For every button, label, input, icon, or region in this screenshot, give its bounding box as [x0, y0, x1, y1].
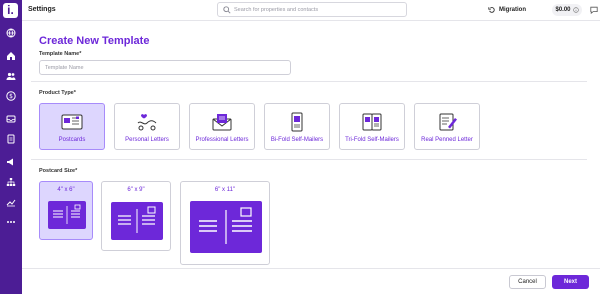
product-card-label: Personal Letters	[125, 137, 169, 143]
hierarchy-icon[interactable]	[5, 176, 17, 188]
search-placeholder: Search for properties and contacts	[234, 7, 319, 13]
divider	[31, 81, 587, 82]
chart-icon[interactable]	[5, 196, 17, 208]
template-name-field[interactable]: Template Name	[39, 60, 291, 75]
size-card-label: 6" x 9"	[127, 187, 145, 193]
footer-bar: Cancel Next	[22, 268, 600, 294]
product-card-bi-fold-self-mailers[interactable]: Bi-Fold Self-Mailers	[264, 103, 330, 150]
cancel-button[interactable]: Cancel	[509, 275, 546, 289]
balance-badge[interactable]: $0.00	[552, 4, 582, 16]
postcard-icon	[61, 114, 83, 130]
document-icon[interactable]	[5, 133, 17, 145]
template-name-label: Template Name*	[39, 51, 82, 57]
divider	[31, 159, 587, 160]
chat-icon[interactable]	[590, 6, 598, 14]
size-card-4x6[interactable]: 4" x 6"	[39, 181, 93, 240]
svg-text:$: $	[9, 93, 13, 100]
postcard-size-label: Postcard Size*	[39, 168, 78, 174]
home-icon[interactable]	[5, 50, 17, 62]
product-card-real-penned-letter[interactable]: Real Penned Letter	[414, 103, 480, 150]
tri-fold-mailer-icon	[362, 113, 382, 131]
postcard-preview	[48, 201, 86, 229]
size-card-label: 4" x 6"	[57, 187, 75, 193]
search-icon	[223, 6, 231, 14]
breadcrumb: Settings	[28, 6, 56, 13]
size-card-6x11[interactable]: 6" x 11"	[180, 181, 270, 265]
product-card-label: Real Penned Letter	[421, 137, 473, 143]
personal-letter-icon	[137, 114, 157, 131]
app-logo[interactable]: i.	[3, 3, 18, 18]
migration-button[interactable]: Migration	[488, 4, 526, 16]
bi-fold-mailer-icon	[291, 112, 303, 132]
dollar-icon[interactable]: $	[5, 90, 17, 102]
product-card-postcards[interactable]: Postcards	[39, 103, 105, 150]
size-card-6x9[interactable]: 6" x 9"	[101, 181, 171, 251]
globe-icon[interactable]	[5, 27, 17, 39]
sync-icon	[488, 7, 495, 13]
users-icon[interactable]	[5, 70, 17, 82]
product-card-personal-letters[interactable]: Personal Letters	[114, 103, 180, 150]
page-title: Create New Template	[39, 35, 150, 47]
size-card-label: 6" x 11"	[214, 187, 236, 193]
search-input[interactable]: Search for properties and contacts	[217, 2, 407, 17]
sidebar: i. $	[0, 0, 22, 294]
postcard-preview	[190, 201, 262, 253]
product-card-label: Professional Letters	[195, 137, 249, 143]
product-card-label: Postcards	[58, 137, 86, 143]
more-icon[interactable]	[5, 216, 17, 228]
professional-letter-icon	[212, 114, 232, 131]
postcard-preview	[111, 202, 163, 240]
template-name-placeholder: Template Name	[45, 65, 84, 71]
product-card-professional-letters[interactable]: Professional Letters	[189, 103, 255, 150]
megaphone-icon[interactable]	[5, 156, 17, 168]
product-card-label: Tri-Fold Self-Mailers	[345, 137, 399, 143]
inbox-icon[interactable]	[5, 113, 17, 125]
product-card-label: Bi-Fold Self-Mailers	[270, 137, 324, 143]
next-button[interactable]: Next	[552, 275, 589, 289]
product-card-tri-fold-self-mailers[interactable]: Tri-Fold Self-Mailers	[339, 103, 405, 150]
top-bar: Settings Search for properties and conta…	[22, 0, 600, 21]
info-icon	[572, 7, 579, 13]
product-type-label: Product Type*	[39, 90, 76, 96]
migration-label: Migration	[499, 7, 526, 13]
penned-letter-icon	[439, 113, 457, 131]
balance-value: $0.00	[555, 7, 571, 13]
